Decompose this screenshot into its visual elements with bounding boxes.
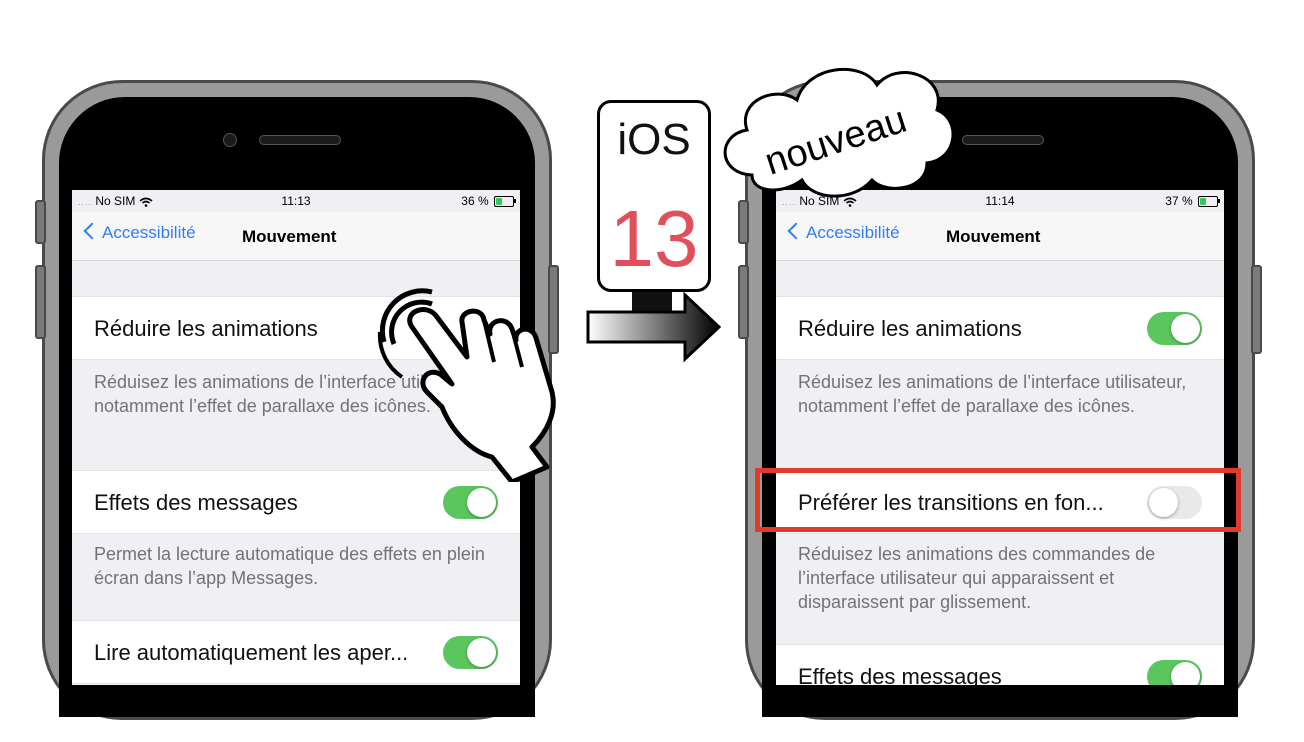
page-title: Mouvement: [242, 227, 337, 246]
setting-footer: Permet la lecture automatique des effets…: [94, 544, 485, 588]
setting-label: Effets des messages: [94, 490, 298, 515]
ios-version-badge: iOS 13: [597, 100, 711, 292]
back-button[interactable]: Accessibilité: [787, 222, 900, 243]
earpiece-speaker: [962, 135, 1044, 145]
setting-row-reduce-motion[interactable]: Réduire les animations: [776, 296, 1224, 360]
page-title: Mouvement: [946, 227, 1041, 246]
navigation-bar: Accessibilité Mouvement: [72, 212, 520, 261]
back-button[interactable]: Accessibilité: [83, 222, 196, 243]
ios-version-number: 13: [609, 194, 699, 283]
message-effects-toggle[interactable]: [443, 486, 498, 519]
battery-status: 37 %: [1165, 194, 1220, 208]
message-effects-toggle[interactable]: [1147, 660, 1202, 685]
cloud-icon: nouveau: [723, 68, 955, 198]
setting-row-autoplay-previews[interactable]: Lire automatiquement les aper...: [72, 620, 520, 684]
setting-row-message-effects[interactable]: Effets des messages: [776, 644, 1224, 685]
hand-tap-icon: [377, 288, 556, 482]
setting-footer: Réduisez les animations de l’interface u…: [798, 372, 1187, 416]
volume-button: [738, 265, 749, 339]
earpiece-speaker: [259, 135, 341, 145]
reduce-motion-toggle[interactable]: [1147, 312, 1202, 345]
autoplay-previews-toggle[interactable]: [443, 636, 498, 669]
setting-label: Réduire les animations: [798, 316, 1022, 341]
chevron-left-icon: [83, 222, 101, 240]
status-time: 11:13: [281, 194, 311, 208]
side-button: [1251, 265, 1262, 354]
volume-button: [35, 200, 46, 244]
ios-label: iOS: [617, 115, 691, 164]
status-bar: .... No SIM 11:13 36 %: [72, 190, 520, 212]
battery-icon: [494, 196, 516, 208]
setting-label: Effets des messages: [798, 664, 1002, 685]
chevron-left-icon: [787, 222, 805, 240]
setting-label: Réduire les animations: [94, 316, 318, 341]
right-screen: .... No SIM 11:14 37 % Accessibilité Mou…: [776, 190, 1224, 685]
volume-button: [738, 200, 749, 244]
battery-status: 36 %: [461, 194, 516, 208]
setting-footer: Réduisez les animations des commandes de…: [798, 544, 1156, 612]
setting-label: Lire automatiquement les aper...: [94, 640, 409, 665]
volume-button: [35, 265, 46, 339]
front-camera: [223, 133, 237, 147]
highlight-box: [755, 468, 1241, 532]
navigation-bar: Accessibilité Mouvement: [776, 212, 1224, 261]
battery-icon: [1198, 196, 1220, 208]
